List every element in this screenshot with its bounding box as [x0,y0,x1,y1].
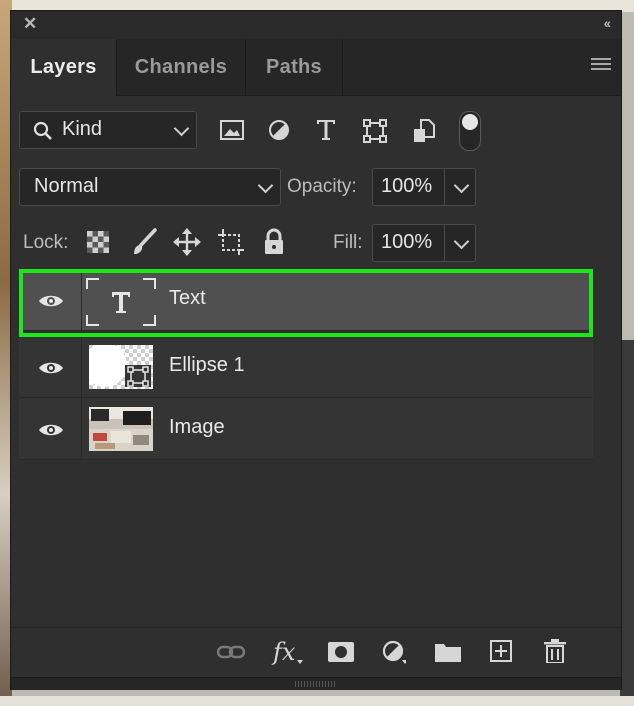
tab-divider [342,39,343,95]
lock-transparent-pixels-icon[interactable] [87,231,109,253]
opacity-field[interactable]: 100% [372,168,476,206]
layer-name[interactable]: Image [169,416,225,439]
panel-menu-icon[interactable] [591,58,611,72]
opacity-value: 100% [381,175,433,197]
image-layer-thumbnail-icon [89,407,153,451]
smart-object-filter-icon[interactable] [413,119,435,143]
bottom-toolbar: fx [11,627,621,678]
fx-dropdown-icon [297,660,303,664]
filter-row: Kind [11,111,621,151]
add-mask-icon[interactable] [328,642,354,662]
close-icon[interactable]: ✕ [23,15,37,33]
fill-label: Fill: [333,232,363,253]
eye-icon[interactable] [38,360,64,376]
panel-titlebar: ✕ ‹‹ [11,11,621,40]
tab-channels[interactable]: Channels [117,39,245,95]
new-layer-icon[interactable] [490,640,512,662]
eye-icon[interactable] [38,422,64,438]
new-adjustment-icon[interactable] [382,640,406,664]
adjustment-filter-icon[interactable] [268,119,290,141]
panel-tabs: Layers Channels Paths [11,39,621,96]
layer-name[interactable]: Ellipse 1 [169,354,245,377]
selection-highlight [19,269,593,337]
blend-row: Normal Opacity: 100% [11,168,621,208]
kind-filter-label: Kind [62,118,103,140]
new-group-icon[interactable] [435,642,461,662]
visibility-cell[interactable] [19,398,82,459]
lock-position-icon[interactable] [173,228,201,256]
grip-lines [295,681,335,687]
lock-all-icon[interactable] [263,228,285,256]
background-canvas-right [620,340,634,706]
lock-artboard-icon[interactable] [217,228,245,256]
layer-row-ellipse[interactable]: Ellipse 1 [19,336,593,398]
collapse-panel-icon[interactable]: ‹‹ [604,15,611,31]
shape-filter-icon[interactable] [363,119,387,143]
shape-layer-thumbnail-icon [89,345,153,389]
layer-row-image[interactable]: Image [19,398,593,460]
lock-image-pixels-icon[interactable] [131,228,157,256]
fill-field[interactable]: 100% [372,224,476,262]
chevron-down-icon [173,120,190,137]
layers-panel: ✕ ‹‹ Layers Channels Paths Kind Normal O… [10,10,622,690]
layers-list: Text Ellipse 1 Image [11,269,621,627]
chevron-down-icon[interactable] [453,177,470,194]
resize-grip[interactable] [11,677,621,690]
lock-row: Lock: Fill: 100% [11,224,621,264]
fx-icon[interactable]: fx [273,638,295,666]
search-icon [33,121,52,140]
tab-layers[interactable]: Layers [11,39,116,96]
chevron-down-icon[interactable] [453,233,470,250]
delete-layer-icon[interactable] [544,639,566,663]
kind-filter-select[interactable]: Kind [19,111,197,149]
blend-mode-select[interactable]: Normal [19,168,281,206]
image-filter-icon[interactable] [220,120,244,140]
filter-toggle-switch[interactable] [459,111,481,151]
background-canvas-bottom [0,696,634,706]
lock-label: Lock: [23,232,69,253]
link-layers-icon[interactable] [217,642,245,662]
opacity-label: Opacity: [287,176,357,197]
fill-value: 100% [381,231,433,253]
blend-mode-value: Normal [34,175,99,197]
chevron-down-icon [257,177,274,194]
type-filter-icon[interactable] [316,119,336,141]
visibility-cell[interactable] [19,336,82,397]
tab-paths[interactable]: Paths [246,39,342,95]
